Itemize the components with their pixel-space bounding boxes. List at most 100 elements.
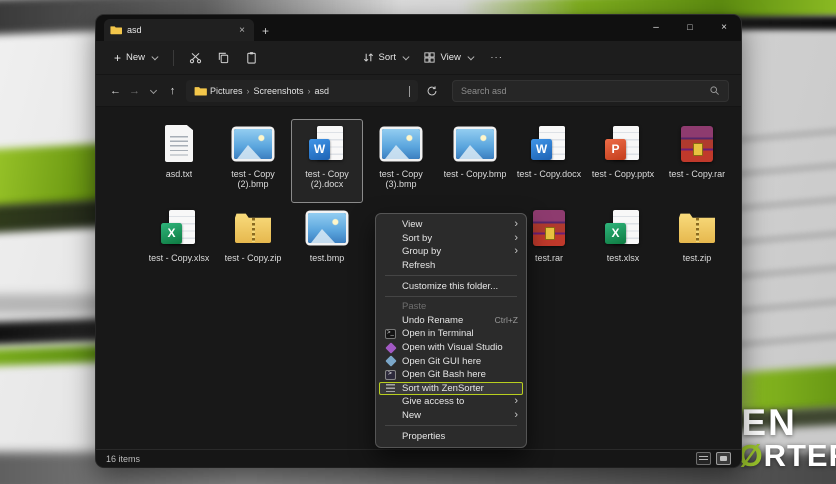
item-count: 16 items xyxy=(106,453,141,464)
menu-item[interactable]: Open in Terminal xyxy=(379,327,523,341)
menu-item-label: Open with Visual Studio xyxy=(402,342,503,354)
minimize-button[interactable]: – xyxy=(639,15,673,39)
address-dropdown-button[interactable] xyxy=(409,85,410,97)
file-item[interactable]: test - Copy.zip xyxy=(217,203,289,287)
recent-locations-button[interactable] xyxy=(144,80,163,102)
file-name: test - Copy.rar xyxy=(668,169,726,179)
file-item[interactable]: test - Copy.bmp xyxy=(439,119,511,203)
breadcrumb-item[interactable]: asd xyxy=(312,86,333,96)
menu-item[interactable]: Customize this folder... xyxy=(379,279,523,293)
menu-separator xyxy=(385,295,517,297)
refresh-button[interactable] xyxy=(422,80,442,102)
file-item[interactable]: test - Copy.pptx xyxy=(587,119,659,203)
menu-item[interactable]: Paste xyxy=(379,300,523,314)
breadcrumb-bar[interactable]: Pictures › Screenshots › asd xyxy=(186,79,418,102)
close-button[interactable]: × xyxy=(707,15,741,39)
copy-button[interactable] xyxy=(210,45,238,71)
menu-item[interactable]: Sort with ZenSorter xyxy=(379,381,523,396)
menu-item[interactable]: Open with Visual Studio xyxy=(379,341,523,355)
file-icon xyxy=(156,121,202,167)
menu-item-icon xyxy=(384,219,397,231)
icons-view-button[interactable] xyxy=(716,452,731,465)
chevron-down-icon xyxy=(467,53,475,60)
menu-item[interactable]: View › xyxy=(379,218,523,232)
file-item[interactable]: test - Copy.docx xyxy=(513,119,585,203)
file-name: test - Copy.xlsx xyxy=(148,253,210,263)
file-icon xyxy=(230,205,276,251)
menu-item[interactable]: Sort by › xyxy=(379,232,523,246)
menu-item[interactable]: Open Git Bash here xyxy=(379,368,523,382)
git-bash-icon xyxy=(384,369,397,381)
back-button[interactable]: ← xyxy=(106,80,125,102)
cut-button[interactable] xyxy=(182,45,210,71)
tab-asd[interactable]: asd × xyxy=(104,19,254,41)
file-name: test - Copy.bmp xyxy=(443,169,507,179)
file-item[interactable]: test.zip xyxy=(661,203,733,287)
desktop: ZEN SØRTER asd × + – □ × + New xyxy=(0,0,836,484)
tab-close-icon[interactable]: × xyxy=(236,25,248,36)
menu-item[interactable]: Refresh xyxy=(379,259,523,273)
file-name: test - Copy (2).bmp xyxy=(231,169,275,189)
file-item[interactable]: test.bmp xyxy=(291,203,363,287)
menu-separator xyxy=(385,425,517,427)
menu-item-label: Undo Rename xyxy=(402,314,464,326)
view-button[interactable]: View xyxy=(415,47,480,68)
context-menu-list: View › Sort by › Group by › Refresh Cust… xyxy=(379,218,523,443)
file-icon xyxy=(304,121,350,167)
see-more-button[interactable]: ··· xyxy=(490,52,503,63)
file-item[interactable]: test - Copy (3).bmp xyxy=(365,119,437,203)
terminal-icon xyxy=(384,328,397,340)
menu-item[interactable]: Properties xyxy=(379,429,523,443)
new-tab-button[interactable]: + xyxy=(254,24,277,41)
file-item[interactable]: test - Copy (2).docx xyxy=(291,119,363,203)
view-button-label: View xyxy=(440,52,461,63)
file-icon xyxy=(526,121,572,167)
menu-item[interactable]: Open Git GUI here xyxy=(379,354,523,368)
file-name: test.xlsx xyxy=(606,253,640,263)
file-name: test.zip xyxy=(682,253,712,263)
menu-item-label: Customize this folder... xyxy=(402,280,499,292)
file-item[interactable]: test.xlsx xyxy=(587,203,659,287)
submenu-arrow-icon: › xyxy=(514,409,518,422)
search-input[interactable] xyxy=(461,85,709,96)
paste-button[interactable] xyxy=(238,45,266,71)
file-item[interactable]: test - Copy.rar xyxy=(661,119,733,203)
file-icon xyxy=(378,121,424,167)
menu-item-label: Open Git Bash here xyxy=(402,369,486,381)
file-icon xyxy=(674,121,720,167)
sort-button[interactable]: Sort xyxy=(354,47,416,68)
menu-item-icon xyxy=(384,430,397,442)
menu-item-icon xyxy=(384,232,397,244)
file-icon xyxy=(600,121,646,167)
menu-item[interactable]: Group by › xyxy=(379,245,523,259)
new-button[interactable]: + New xyxy=(106,47,165,69)
menu-item-label: Refresh xyxy=(402,260,436,272)
file-name: test - Copy (2).docx xyxy=(305,169,349,189)
chevron-down-icon xyxy=(409,85,410,97)
menu-item-icon xyxy=(384,301,397,313)
maximize-button[interactable]: □ xyxy=(673,15,707,39)
context-menu: View › Sort by › Group by › Refresh Cust… xyxy=(375,213,527,448)
menu-item-shortcut: Ctrl+Z xyxy=(494,315,518,326)
file-item[interactable]: test - Copy.xlsx xyxy=(143,203,215,287)
file-item[interactable]: asd.txt xyxy=(143,119,215,203)
menu-item-label: Sort with ZenSorter xyxy=(402,382,484,394)
breadcrumb-item[interactable]: Screenshots xyxy=(251,86,307,96)
up-button[interactable]: ↑ xyxy=(163,80,182,102)
menu-item-label: Properties xyxy=(402,430,446,442)
menu-item[interactable]: Give access to › xyxy=(379,395,523,409)
toolbar-divider xyxy=(172,49,174,66)
menu-item[interactable]: New › xyxy=(379,409,523,423)
details-view-button[interactable] xyxy=(696,452,711,465)
copy-icon xyxy=(218,52,229,64)
breadcrumb-item[interactable]: Pictures xyxy=(207,86,246,96)
file-icon xyxy=(674,205,720,251)
menu-item-icon xyxy=(384,314,397,326)
file-name: test.bmp xyxy=(309,253,345,263)
logo-accent: Ø xyxy=(738,437,764,473)
menu-item[interactable]: Undo Rename Ctrl+Z xyxy=(379,314,523,328)
file-item[interactable]: test - Copy (2).bmp xyxy=(217,119,289,203)
forward-button[interactable]: → xyxy=(125,80,144,102)
search-icon xyxy=(710,86,719,95)
file-name: test - Copy.docx xyxy=(516,169,582,179)
